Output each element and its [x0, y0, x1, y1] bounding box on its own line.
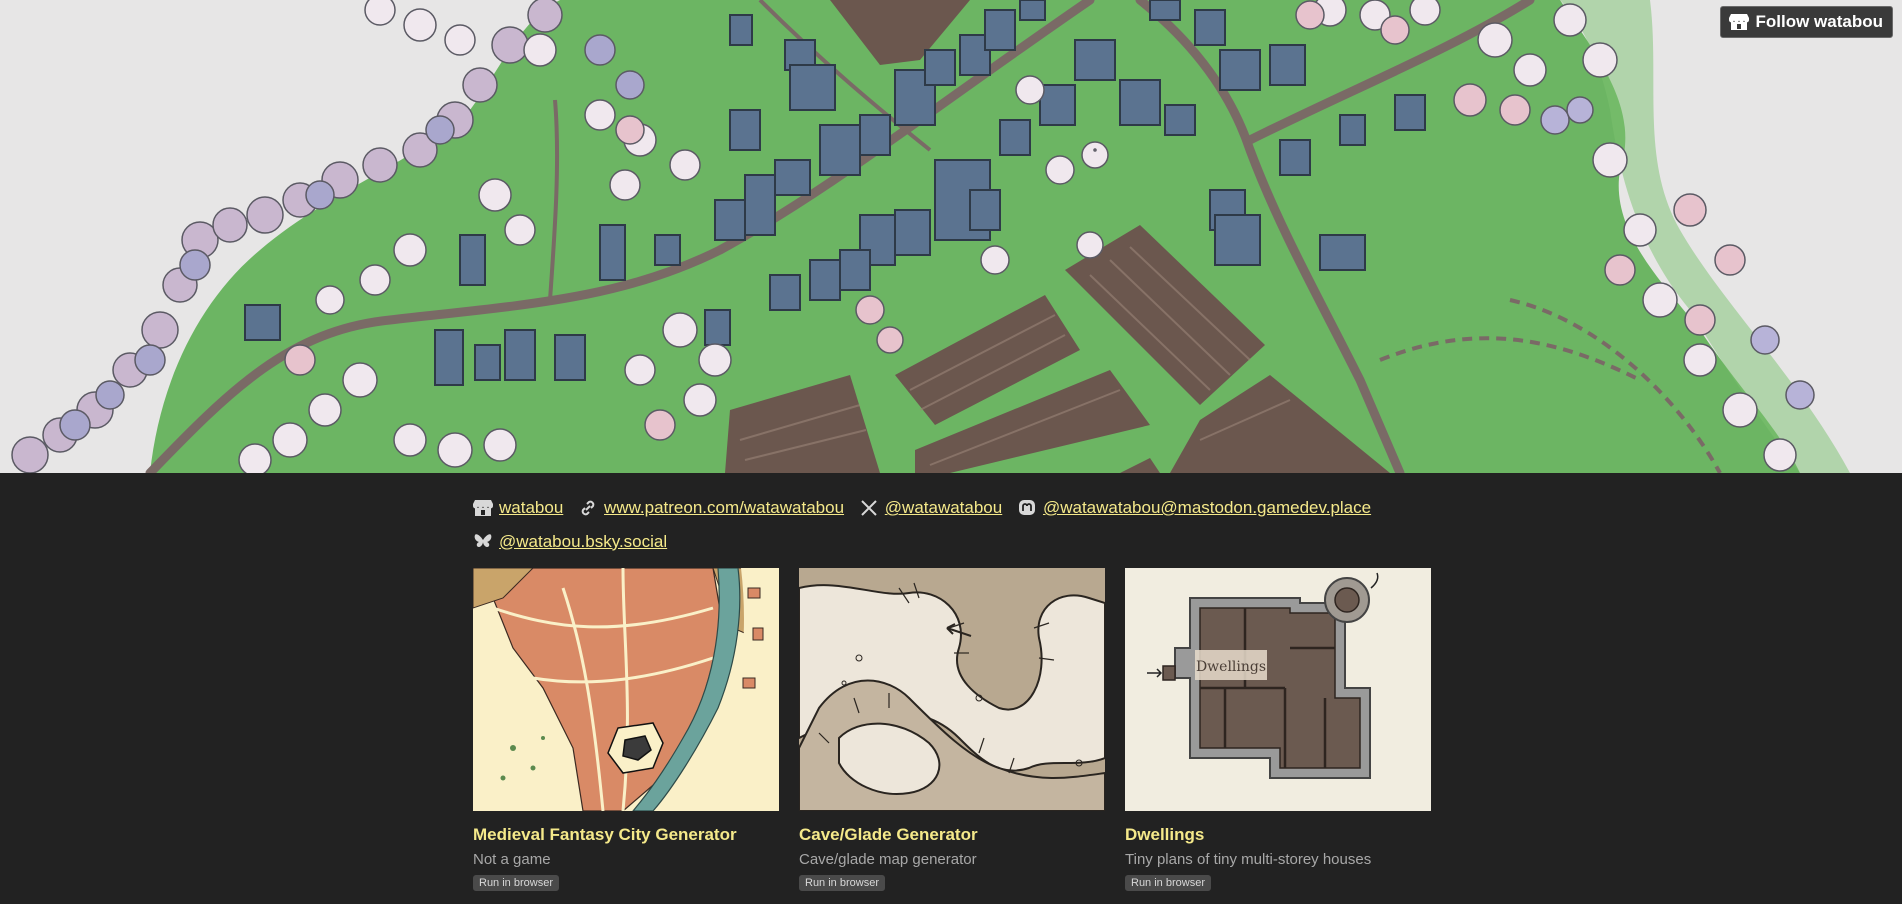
follow-button-label: Follow watabou: [1755, 12, 1884, 31]
game-card: Cave/Glade Generator Cave/glade map gene…: [799, 568, 1105, 891]
run-in-browser-badge: Run in browser: [1125, 875, 1211, 891]
game-card: Dwellings Dwellings Tiny plans of tiny m…: [1125, 568, 1431, 891]
village-map-image: [0, 0, 1902, 473]
link-item-x: @watawatabou: [859, 493, 1002, 522]
bluesky-icon: [473, 531, 493, 551]
x-icon: [859, 498, 879, 518]
bluesky-profile-link[interactable]: @watabou.bsky.social: [499, 527, 667, 556]
game-thumbnail-city[interactable]: [473, 568, 779, 811]
link-item-mastodon: @watawatabou@mastodon.gamedev.place: [1017, 493, 1371, 522]
game-title[interactable]: Cave/Glade Generator: [799, 825, 1105, 845]
header-banner-map: Follow watabou: [0, 0, 1902, 473]
social-links: watabou www.patreon.com/watawatabou @wat…: [473, 493, 1433, 560]
x-profile-link[interactable]: @watawatabou: [885, 493, 1002, 522]
run-in-browser-badge: Run in browser: [799, 875, 885, 891]
follow-button[interactable]: Follow watabou: [1719, 6, 1893, 38]
game-title[interactable]: Dwellings: [1125, 825, 1431, 845]
link-item-patreon: www.patreon.com/watawatabou: [578, 493, 844, 522]
mastodon-profile-link[interactable]: @watawatabou@mastodon.gamedev.place: [1043, 493, 1371, 522]
itchio-icon: [473, 498, 493, 518]
link-icon: [578, 498, 598, 518]
game-grid: Medieval Fantasy City Generator Not a ga…: [473, 568, 1431, 891]
game-thumbnail-cave[interactable]: [799, 568, 1105, 811]
patreon-link[interactable]: www.patreon.com/watawatabou: [604, 493, 844, 522]
dwellings-thumb-label: Dwellings: [1196, 659, 1266, 675]
game-description: Tiny plans of tiny multi-storey houses: [1125, 851, 1372, 868]
game-card: Medieval Fantasy City Generator Not a ga…: [473, 568, 779, 891]
link-item-bluesky: @watabou.bsky.social: [473, 527, 667, 556]
game-thumbnail-dwellings[interactable]: Dwellings: [1125, 568, 1431, 811]
game-description: Cave/glade map generator: [799, 851, 977, 868]
run-in-browser-badge: Run in browser: [473, 875, 559, 891]
game-title[interactable]: Medieval Fantasy City Generator: [473, 825, 779, 845]
mastodon-icon: [1017, 498, 1037, 518]
game-description: Not a game: [473, 851, 551, 868]
link-item-itchio: watabou: [473, 493, 563, 522]
itchio-profile-link[interactable]: watabou: [499, 493, 563, 522]
itchio-icon: [1728, 12, 1750, 32]
